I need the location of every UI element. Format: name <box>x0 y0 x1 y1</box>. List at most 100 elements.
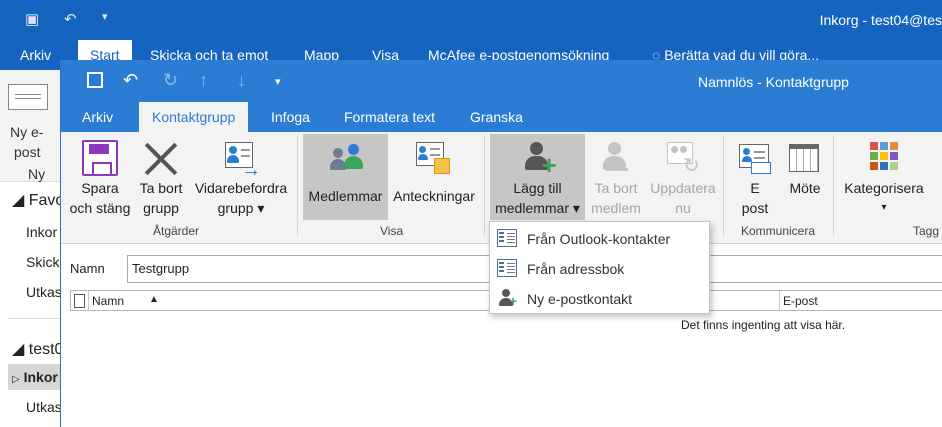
favorites-header-text: Favo <box>28 192 65 209</box>
remove-member-icon <box>598 140 634 176</box>
add-member-icon: + <box>520 140 557 178</box>
members-view-button[interactable]: Medlemmar <box>303 134 388 220</box>
members-label: Medlemmar <box>308 188 383 204</box>
empty-list-message: Det finns ingenting att visa här. <box>681 318 846 332</box>
email-label-1: E <box>750 180 760 196</box>
address-book-icon <box>497 259 517 277</box>
remove-member-label-2: medlem <box>591 200 641 216</box>
favorites-header[interactable]: ◢ Favo <box>12 190 64 210</box>
delete-label-1: Ta bort <box>139 180 183 196</box>
name-label: Namn <box>70 261 105 276</box>
save-and-close-button[interactable]: Spara och stäng <box>65 134 135 220</box>
group-label-communicate: Kommunicera <box>741 224 816 238</box>
categorize-button[interactable]: Kategorisera ▾ <box>839 134 929 220</box>
nav-item-drafts[interactable]: Utkas <box>26 284 62 300</box>
add-members-label-1: Lägg till <box>513 180 562 196</box>
update-now-button: ↻ Uppdatera nu <box>647 134 719 220</box>
nav-item-inbox[interactable]: Inkor <box>26 224 57 240</box>
new-items-label: Ny <box>28 166 46 182</box>
email-label-2: post <box>741 200 769 216</box>
meeting-label: Möte <box>789 180 821 196</box>
column-separator[interactable] <box>779 291 780 310</box>
ribbon-separator <box>723 136 724 236</box>
update-label-1: Uppdatera <box>650 180 716 196</box>
save-label-1: Spara <box>81 180 119 196</box>
contact-window-title: Namnlös - Kontaktgrupp <box>698 74 849 90</box>
account-header-text: test0 <box>28 341 64 358</box>
account-drafts[interactable]: Utkas <box>26 399 62 415</box>
members-icon <box>328 140 364 176</box>
group-label-show: Visa <box>380 224 404 238</box>
meeting-button[interactable]: Möte <box>781 134 829 220</box>
save-and-close-icon <box>82 140 118 176</box>
add-members-dropdown: Från Outlook-kontakter Från adressbok + … <box>489 221 710 314</box>
new-email-label[interactable]: Ny e- post Ny <box>10 122 45 184</box>
delete-icon <box>143 140 179 176</box>
save-icon[interactable] <box>87 70 103 91</box>
group-label-tags: Tagg <box>913 224 940 238</box>
undo-icon[interactable]: ↶ <box>123 70 138 91</box>
menu-item-new-email-contact[interactable]: + Ny e-postkontakt <box>490 283 709 313</box>
main-tab-arkiv[interactable]: Arkiv <box>20 47 51 63</box>
remove-member-button: Ta bort medlem <box>587 134 645 220</box>
menu-item-new-email-contact-label: Ny e-postkontakt <box>527 291 633 307</box>
contact-window-titlebar: ↶ ↻ ↑ ↓ ▾ Namnlös - Kontaktgrupp <box>61 60 942 102</box>
document-icon <box>74 294 85 308</box>
update-label-2: nu <box>675 200 691 216</box>
tab-arkiv[interactable]: Arkiv <box>82 109 113 125</box>
add-contact-icon: + <box>497 289 517 308</box>
categorize-dropdown-arrow: ▾ <box>881 202 887 213</box>
send-receive-icon[interactable]: ▣ <box>25 10 39 28</box>
menu-item-outlook-contacts[interactable]: Från Outlook-kontakter <box>490 223 709 253</box>
account-header[interactable]: ◢ test0 <box>12 339 63 359</box>
column-header-email[interactable]: E-post <box>783 294 818 308</box>
email-icon <box>737 140 773 176</box>
undo-icon[interactable]: ↶ <box>64 10 77 28</box>
new-email-label-line2: post <box>14 144 41 160</box>
ribbon-separator <box>297 136 298 236</box>
categorize-icon <box>866 140 902 176</box>
redo-icon: ↻ <box>163 70 179 90</box>
calendar-icon <box>787 140 823 176</box>
customize-toolbar-icon[interactable]: ▾ <box>275 75 281 88</box>
account-inbox[interactable]: ▷ Inkor <box>12 369 58 385</box>
tab-formatera-text[interactable]: Formatera text <box>344 109 435 125</box>
delete-group-button[interactable]: Ta bort grupp <box>135 134 187 220</box>
tab-infoga[interactable]: Infoga <box>271 109 310 125</box>
add-members-button[interactable]: + Lägg till medlemmar ▾ <box>490 134 585 220</box>
arrow-up-icon: ↑ <box>199 70 208 90</box>
notes-icon <box>416 140 452 176</box>
nav-divider <box>8 318 62 319</box>
tab-kontaktgrupp[interactable]: Kontaktgrupp <box>139 102 249 132</box>
expand-icon: ▷ <box>12 374 20 385</box>
column-separator <box>88 291 89 310</box>
contact-tab-bar: Arkiv Kontaktgrupp Infoga Formatera text… <box>61 102 942 132</box>
customize-toolbar-icon[interactable]: ▾ <box>102 10 108 23</box>
forward-group-icon: → <box>223 140 261 180</box>
menu-item-address-book[interactable]: Från adressbok <box>490 253 709 283</box>
remove-member-label-1: Ta bort <box>594 180 638 196</box>
arrow-down-icon: ↓ <box>237 70 246 90</box>
notes-button[interactable]: Anteckningar <box>390 134 478 220</box>
address-book-icon <box>497 229 517 247</box>
add-members-label-2: medlemmar ▾ <box>495 200 580 216</box>
menu-item-outlook-contacts-label: Från Outlook-kontakter <box>527 231 671 247</box>
ribbon-separator <box>484 136 485 236</box>
email-button[interactable]: E post <box>733 134 777 220</box>
sort-ascending-icon: ▲ <box>149 294 159 305</box>
categorize-label: Kategorisera <box>844 180 924 196</box>
new-email-icon[interactable] <box>8 84 48 110</box>
main-titlebar: ▣ ↶ ▾ Inkorg - test04@tes <box>0 0 942 40</box>
forward-group-button[interactable]: → Vidarebefordra grupp ▾ <box>189 134 293 220</box>
save-label-2: och stäng <box>69 200 131 216</box>
nav-item-sent[interactable]: Skick <box>26 254 59 270</box>
delete-label-2: grupp <box>143 200 179 216</box>
column-header-name[interactable]: Namn <box>92 294 124 308</box>
forward-label-2: grupp ▾ <box>217 200 265 216</box>
main-window-title: Inkorg - test04@tes <box>819 12 942 28</box>
folder-pane <box>0 183 62 427</box>
notes-label: Anteckningar <box>393 188 475 204</box>
update-icon: ↻ <box>665 140 701 176</box>
new-email-label-line1: Ny e- <box>10 124 44 140</box>
tab-granska[interactable]: Granska <box>470 109 523 125</box>
